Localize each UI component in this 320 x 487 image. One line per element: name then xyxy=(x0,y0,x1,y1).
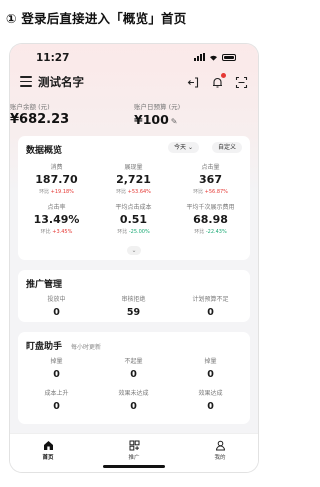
notification-bell-icon[interactable] xyxy=(211,73,226,88)
monitor-title: 盯盘助手 xyxy=(26,342,63,352)
range-selector[interactable]: 今天 ⌄ xyxy=(168,142,199,153)
metric-label: 点击量 xyxy=(201,164,220,171)
metric-spend[interactable]: 消费 187.70 环比 +19.18% xyxy=(18,162,95,195)
budget-label: 账户日预算 (元) xyxy=(134,103,181,111)
chevron-down-icon: ⌄ xyxy=(187,144,193,151)
metric-cpm[interactable]: 平均千次展示费用 68.98 环比 -22.43% xyxy=(172,202,249,235)
phone-screen: 11:27 测试名字 账户余额 (元) ¥682.23 账户日预算 (元) ¥1… xyxy=(10,44,258,472)
tab-home[interactable]: 首页 xyxy=(28,440,68,461)
bottom-tab-bar: 首页 推广 我的 xyxy=(10,433,258,472)
metric-impressions[interactable]: 展现量 2,721 环比 +53.64% xyxy=(95,162,172,195)
status-bar: 11:27 xyxy=(10,44,258,70)
metric-ctr[interactable]: 点击率 13.49% 环比 +3.45% xyxy=(18,202,95,235)
balance-label: 账户余额 (元) xyxy=(10,103,50,111)
status-icons xyxy=(194,53,236,61)
edit-pencil-icon[interactable]: ✎ xyxy=(171,117,178,126)
tab-profile[interactable]: 我的 xyxy=(200,440,240,461)
metric-label: 平均千次展示费用 xyxy=(186,204,235,211)
metric-clicks[interactable]: 点击量 367 环比 +56.87% xyxy=(172,162,249,195)
promotion-title: 推广管理 xyxy=(26,280,63,290)
monitor-item[interactable]: 成本上升 0 xyxy=(18,388,95,412)
budget-row[interactable]: ¥100 ✎ xyxy=(134,112,178,128)
signal-icon xyxy=(194,53,205,61)
account-name[interactable]: 测试名字 xyxy=(38,74,84,90)
metric-label: 平均点击成本 xyxy=(115,204,152,211)
caption: ① 登录后直接进入「概览」首页 xyxy=(6,11,187,26)
metric-label: 点击率 xyxy=(47,204,66,211)
grid-icon xyxy=(129,440,139,451)
metric-label: 消费 xyxy=(50,164,63,171)
home-indicator xyxy=(103,465,165,468)
monitor-card: 盯盘助手 每小时更新 掉量 0 不起量 0 掉量 0 成本上升 0 效果未达成 … xyxy=(18,332,250,424)
expand-chevron-icon[interactable]: ⌄ xyxy=(127,246,141,255)
balance-value: ¥682.23 xyxy=(10,112,70,127)
metric-label: 展现量 xyxy=(124,164,143,171)
monitor-item[interactable]: 效果达成 0 xyxy=(172,388,249,412)
metric-value: 0.51 xyxy=(119,213,148,226)
monitor-subtitle: 每小时更新 xyxy=(71,344,102,351)
menu-icon[interactable] xyxy=(20,76,32,87)
monitor-item[interactable]: 掉量 0 xyxy=(172,356,249,380)
metric-compare: 环比 -22.43% xyxy=(194,229,227,235)
battery-icon xyxy=(222,53,236,61)
metric-compare: 环比 -25.00% xyxy=(117,229,150,235)
metric-value: 2,721 xyxy=(116,173,151,186)
monitor-item[interactable]: 不起量 0 xyxy=(95,356,172,380)
metric-value: 187.70 xyxy=(35,173,78,186)
promotion-low-budget[interactable]: 计划预算不足 0 xyxy=(172,294,249,318)
range-label: 今天 xyxy=(174,144,187,151)
budget-value: ¥100 xyxy=(134,112,169,127)
metric-value: 68.98 xyxy=(193,213,228,226)
top-nav: 测试名字 xyxy=(10,72,258,94)
nav-actions xyxy=(187,73,248,89)
profile-icon xyxy=(215,440,225,451)
metric-cpc[interactable]: 平均点击成本 0.51 环比 -25.00% xyxy=(95,202,172,235)
logout-icon[interactable] xyxy=(187,74,200,88)
promotion-card: 推广管理 投放中 0 审核拒绝 59 计划预算不足 0 xyxy=(18,270,250,322)
custom-button[interactable]: 自定义 xyxy=(212,142,243,153)
status-time: 11:27 xyxy=(36,52,70,64)
metric-compare: 环比 +3.45% xyxy=(40,229,73,235)
metric-value: 367 xyxy=(199,173,222,186)
tab-promotion[interactable]: 推广 xyxy=(114,440,154,461)
home-icon xyxy=(43,441,53,450)
metric-compare: 环比 +53.64% xyxy=(116,189,151,195)
notification-dot xyxy=(221,73,226,78)
metric-value: 13.49% xyxy=(33,213,80,226)
promotion-active[interactable]: 投放中 0 xyxy=(18,294,95,318)
metric-compare: 环比 +19.18% xyxy=(39,189,74,195)
wifi-icon xyxy=(210,55,217,61)
monitor-item[interactable]: 效果未达成 0 xyxy=(95,388,172,412)
scan-icon[interactable] xyxy=(235,74,248,89)
overview-card: 数据概览 今天 ⌄ 自定义 消费 187.70 环比 +19.18% 展现量 2… xyxy=(18,136,250,260)
promotion-rejected[interactable]: 审核拒绝 59 xyxy=(95,294,172,318)
overview-title: 数据概览 xyxy=(26,146,63,156)
monitor-item[interactable]: 掉量 0 xyxy=(18,356,95,380)
metric-compare: 环比 +56.87% xyxy=(193,189,228,195)
